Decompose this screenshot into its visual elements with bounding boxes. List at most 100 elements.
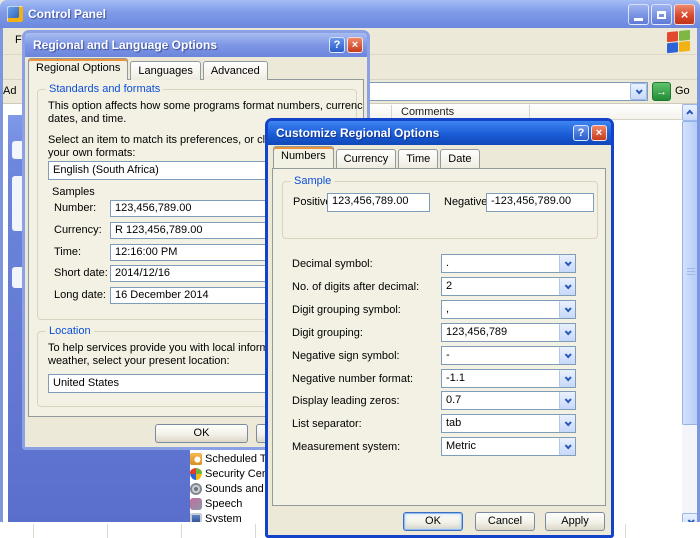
dropdown-button[interactable] (559, 324, 575, 341)
close-icon: × (681, 8, 689, 21)
close-button[interactable]: × (591, 125, 607, 141)
maximize-icon (657, 11, 666, 19)
dialog-title: Regional and Language Options (25, 38, 217, 52)
select-item-line2: your own formats: (48, 147, 135, 159)
address-dropdown-button[interactable] (630, 83, 647, 100)
tab-date[interactable]: Date (440, 149, 479, 168)
scrollbar-thumb[interactable] (682, 121, 698, 425)
column-separator[interactable] (529, 105, 530, 118)
combo-value: 2 (446, 280, 452, 292)
digit-grouping-select[interactable]: 123,456,789 (441, 323, 576, 342)
help-button[interactable]: ? (329, 37, 345, 53)
security-center-icon (190, 468, 202, 480)
negative-sample-label: Negative: (444, 196, 490, 208)
tab-advanced[interactable]: Advanced (203, 61, 268, 80)
chevron-down-icon (565, 351, 572, 358)
tab-numbers[interactable]: Numbers (273, 146, 334, 168)
measurement-system-label: Measurement system: (292, 441, 400, 453)
negative-number-format-label: Negative number format: (292, 373, 413, 385)
go-button[interactable]: → (652, 82, 671, 101)
tab-languages[interactable]: Languages (130, 61, 200, 80)
group-caption: Location (46, 325, 94, 337)
minimize-icon (634, 18, 643, 21)
positive-sample-field[interactable]: 123,456,789.00 (327, 193, 430, 212)
digit-grouping-label: Digit grouping: (292, 327, 363, 339)
control-panel-titlebar: Control Panel × (0, 0, 700, 28)
ok-button[interactable]: OK (155, 424, 248, 443)
minimize-button[interactable] (628, 4, 649, 25)
list-item-sounds-audio[interactable]: Sounds and A (190, 482, 274, 496)
apply-button[interactable]: Apply (545, 512, 605, 531)
address-label: Ad (3, 85, 16, 97)
window-border (0, 28, 3, 522)
close-button[interactable]: × (347, 37, 363, 53)
window-controls: × (628, 4, 695, 25)
chevron-up-icon (686, 110, 693, 117)
display-leading-zeros-select[interactable]: 0.7 (441, 391, 576, 410)
samples-label: Samples (52, 186, 95, 198)
list-item-speech[interactable]: Speech (190, 497, 242, 511)
speech-icon (190, 498, 202, 510)
long-date-sample-label: Long date: (54, 289, 106, 301)
list-item-label: Scheduled Ta (205, 453, 271, 465)
combo-value: . (446, 257, 449, 269)
chevron-down-icon (565, 419, 572, 426)
display-leading-zeros-label: Display leading zeros: (292, 395, 400, 407)
file-menu[interactable]: F (15, 34, 22, 46)
combo-value: Metric (446, 440, 476, 452)
chevron-down-icon (565, 259, 572, 266)
digit-grouping-symbol-label: Digit grouping symbol: (292, 304, 401, 316)
sample-group: Sample Positive: 123,456,789.00 Negative… (282, 181, 598, 239)
negative-sample-field[interactable]: -123,456,789.00 (486, 193, 594, 212)
decimal-symbol-select[interactable]: . (441, 254, 576, 273)
cancel-button[interactable]: Cancel (475, 512, 535, 531)
chevron-down-icon (565, 396, 572, 403)
dropdown-button[interactable] (559, 255, 575, 272)
vertical-scrollbar[interactable] (682, 104, 698, 530)
standards-description-line1: This option affects how some programs fo… (48, 100, 364, 112)
combo-value: -1.1 (446, 372, 465, 384)
dialog-titlebar: Customize Regional Options ? × (268, 121, 611, 145)
control-panel-icon (7, 6, 23, 22)
negative-sign-symbol-label: Negative sign symbol: (292, 350, 400, 362)
tab-time[interactable]: Time (398, 149, 438, 168)
digits-after-decimal-select[interactable]: 2 (441, 277, 576, 296)
dropdown-button[interactable] (559, 370, 575, 387)
dropdown-button[interactable] (559, 278, 575, 295)
negative-number-format-select[interactable]: -1.1 (441, 369, 576, 388)
digit-grouping-symbol-select[interactable]: , (441, 300, 576, 319)
negative-sign-symbol-select[interactable]: - (441, 346, 576, 365)
dropdown-button[interactable] (559, 415, 575, 432)
list-separator-select[interactable]: tab (441, 414, 576, 433)
dropdown-button[interactable] (559, 392, 575, 409)
group-caption: Standards and formats (46, 83, 163, 95)
list-item-security-center[interactable]: Security Cent (190, 467, 271, 481)
measurement-system-select[interactable]: Metric (441, 437, 576, 456)
window-title: Control Panel (28, 7, 106, 21)
regional-dialog-tabs: Regional Options Languages Advanced (28, 58, 268, 80)
dropdown-button[interactable] (559, 301, 575, 318)
go-arrow-icon: → (656, 86, 667, 98)
maximize-button[interactable] (651, 4, 672, 25)
help-button[interactable]: ? (573, 125, 589, 141)
ok-button[interactable]: OK (403, 512, 463, 531)
close-button[interactable]: × (674, 4, 695, 25)
numbers-tab-page: Sample Positive: 123,456,789.00 Negative… (272, 168, 606, 506)
chevron-down-icon (565, 282, 572, 289)
dropdown-button[interactable] (559, 347, 575, 364)
customize-dialog-tabs: Numbers Currency Time Date (273, 146, 480, 168)
dropdown-button[interactable] (559, 438, 575, 455)
chevron-down-icon (565, 305, 572, 312)
comments-column-header[interactable]: Comments (401, 106, 454, 118)
selected-location: United States (53, 377, 119, 389)
tab-currency[interactable]: Currency (336, 149, 397, 168)
scroll-up-button[interactable] (682, 104, 698, 121)
sounds-audio-icon (190, 483, 202, 495)
number-sample-label: Number: (54, 202, 96, 214)
list-item-scheduled-tasks[interactable]: Scheduled Ta (190, 452, 271, 466)
list-item-label: Speech (205, 498, 242, 510)
short-date-sample-label: Short date: (54, 267, 108, 279)
tab-regional-options[interactable]: Regional Options (28, 58, 128, 80)
column-separator[interactable] (391, 105, 392, 118)
scrollbar-grip (687, 268, 695, 277)
